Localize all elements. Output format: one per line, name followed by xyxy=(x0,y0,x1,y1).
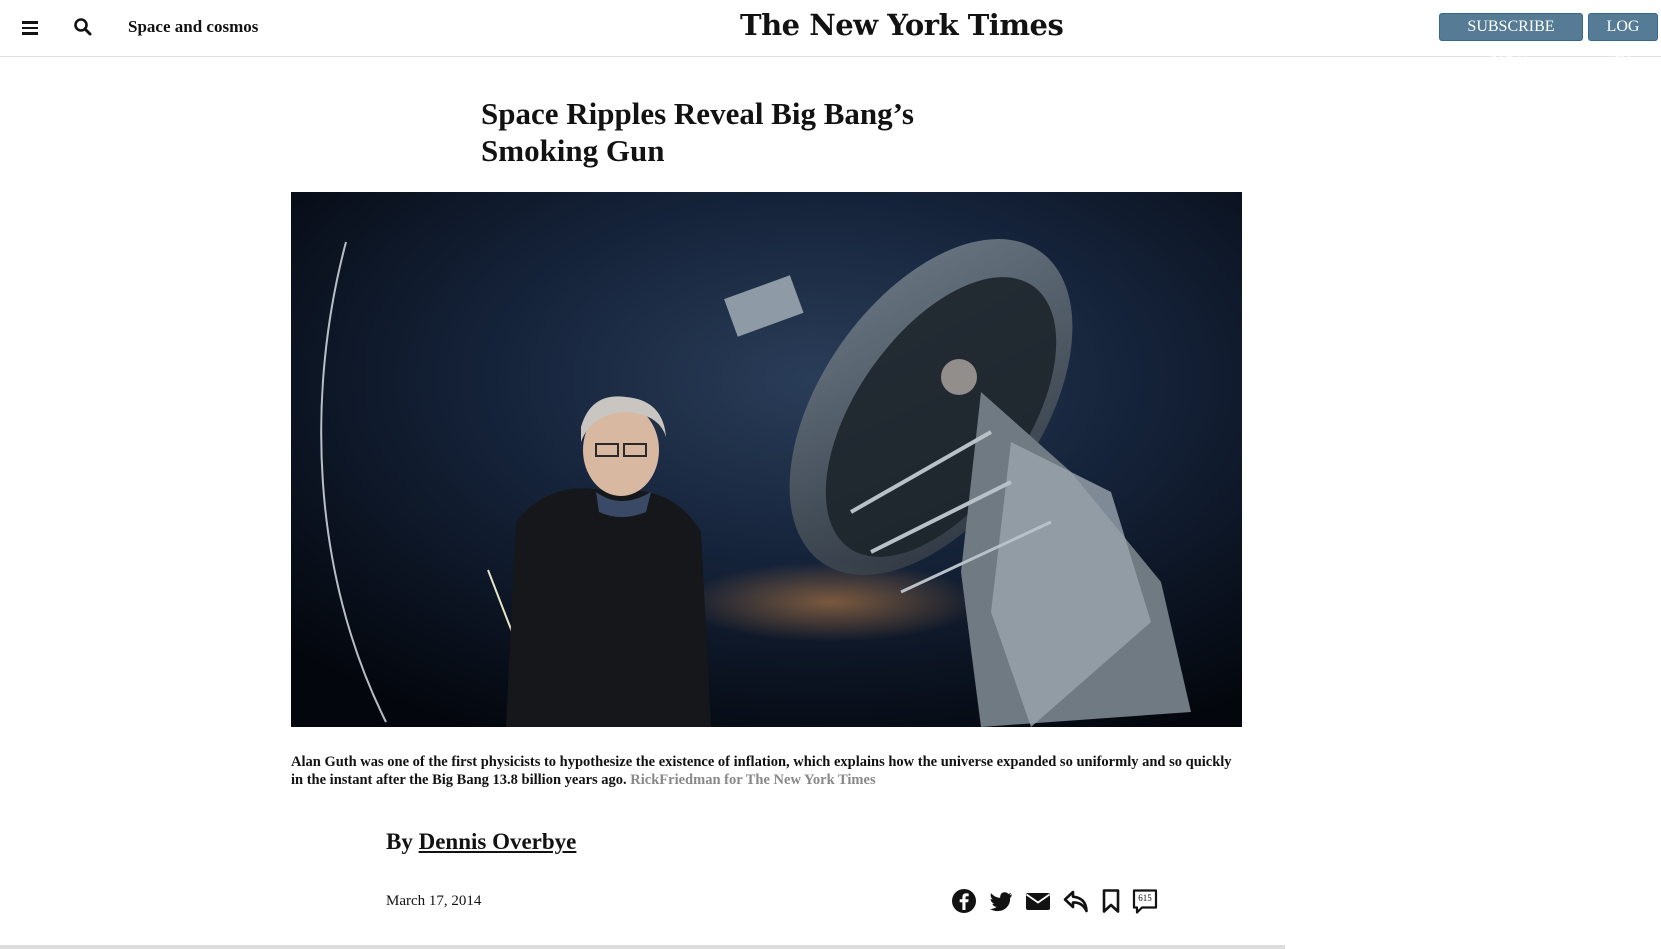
headline-line-1: Space Ripples Reveal Big Bang’s xyxy=(481,96,914,131)
nyt-logo[interactable]: The New York Times xyxy=(740,8,1064,42)
twitter-icon[interactable] xyxy=(988,888,1014,916)
section-label[interactable]: Space and cosmos xyxy=(128,17,258,37)
scrollbar-track[interactable] xyxy=(0,945,1285,949)
publish-date: March 17, 2014 xyxy=(386,893,482,909)
email-icon[interactable] xyxy=(1025,888,1051,916)
bookmark-icon[interactable] xyxy=(1100,888,1122,916)
site-header: Space and cosmos The New York Times SUBS… xyxy=(0,0,1661,61)
byline-prefix: By xyxy=(386,829,413,854)
photo-credit: RickFriedman for The New York Times xyxy=(630,772,876,788)
search-icon[interactable] xyxy=(73,17,93,37)
facebook-icon[interactable] xyxy=(951,888,977,916)
author-link[interactable]: Dennis Overbye xyxy=(419,829,577,854)
share-icon[interactable] xyxy=(1063,888,1089,916)
login-button[interactable]: LOG IN xyxy=(1588,13,1658,61)
photo-caption: Alan Guth was one of the first physicist… xyxy=(291,753,1242,789)
hamburger-menu-icon[interactable] xyxy=(22,18,38,36)
subscribe-button[interactable]: SUBSCRIBE NOW xyxy=(1439,13,1583,61)
article-headline: Space Ripples Reveal Big Bang’s Smoking … xyxy=(481,95,1001,169)
comments-icon[interactable]: 615 xyxy=(1132,888,1158,916)
headline-line-2: Smoking Gun xyxy=(481,133,665,168)
comment-count: 615 xyxy=(1138,893,1152,903)
lead-photo xyxy=(291,192,1242,727)
byline: By Dennis Overbye xyxy=(386,829,576,855)
